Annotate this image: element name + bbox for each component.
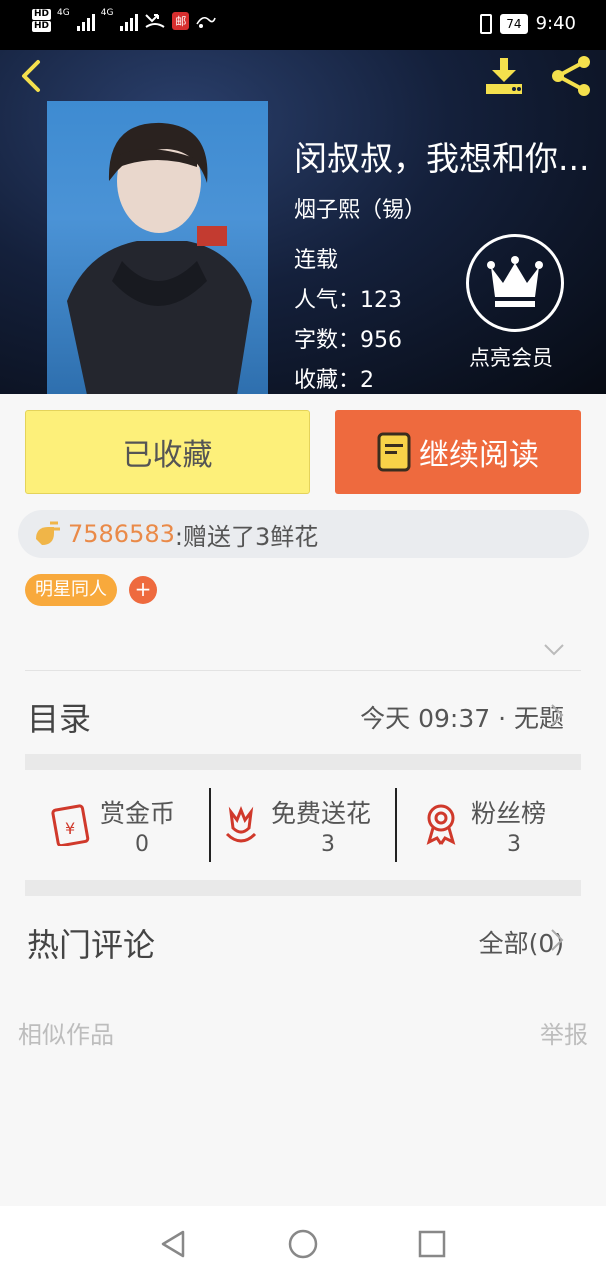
svg-text:¥: ¥: [65, 819, 75, 838]
medal-icon: [426, 804, 456, 845]
hd-indicator: HD HD: [32, 9, 52, 32]
continue-reading-button[interactable]: 继续阅读: [335, 410, 581, 494]
report-link[interactable]: 举报: [540, 1015, 588, 1050]
status-left: HD HD 4G 4G 邮: [32, 8, 217, 33]
chevron-right-icon: [551, 929, 564, 951]
network-type-2: 4G: [100, 8, 114, 18]
gift-notice[interactable]: 7586583 :赠送了3鲜花: [18, 510, 589, 558]
signal-icon: [76, 11, 95, 31]
battery-icon: 74: [500, 13, 528, 34]
flower-gift-icon: [36, 521, 60, 545]
nav-back-icon[interactable]: [157, 1228, 189, 1260]
nav-recents-icon[interactable]: [416, 1228, 448, 1260]
chevron-down-icon[interactable]: [543, 643, 565, 657]
divider: [25, 670, 581, 671]
favorited-button[interactable]: 已收藏: [25, 410, 310, 494]
nav-home-icon[interactable]: [287, 1228, 319, 1260]
book-title: 闵叔叔，我想和你...: [294, 139, 590, 178]
catalog-title: 目录: [27, 700, 92, 738]
tag-chip[interactable]: 明星同人: [25, 574, 117, 606]
reward-coins-button[interactable]: ¥ 赏金币 0: [25, 786, 209, 862]
system-nav-bar: [0, 1206, 606, 1280]
red-envelope-icon: ¥: [51, 804, 90, 846]
share-icon[interactable]: [548, 54, 596, 98]
signal-icon-2: [120, 11, 139, 31]
section-separator: [25, 754, 581, 770]
hot-comments-title: 热门评论: [27, 926, 156, 964]
vibrate-icon: [480, 13, 493, 34]
book-icon: [377, 432, 411, 472]
add-tag-button[interactable]: +: [129, 576, 157, 604]
word-count-stat: 字数：956: [294, 328, 403, 353]
latest-chapter: 今天 09:37 · 无题: [360, 704, 564, 733]
download-icon[interactable]: [480, 54, 528, 98]
status-bar: HD HD 4G 4G 邮 74 9:40: [0, 0, 606, 50]
book-cover-image[interactable]: [47, 101, 268, 394]
fan-ranking-button[interactable]: 粉丝榜 3: [397, 786, 581, 862]
popularity-stat: 人气：123: [294, 288, 403, 313]
status-right: 74 9:40: [480, 13, 576, 34]
vip-crown-button[interactable]: [466, 234, 564, 332]
network-type-1: 4G: [57, 8, 70, 18]
back-arrow-icon[interactable]: [14, 56, 54, 96]
gift-text: :赠送了3鲜花: [174, 522, 319, 551]
app-notification-icon: [196, 16, 217, 28]
gift-user-id[interactable]: 7586583: [68, 520, 175, 548]
free-flower-button[interactable]: 免费送花 3: [211, 786, 395, 862]
similar-works-label: 相似作品: [18, 1021, 114, 1049]
vip-label[interactable]: 点亮会员: [469, 342, 553, 372]
book-header: 闵叔叔，我想和你... 烟子熙（锡） 连载 人气：123 字数：956 收藏：2…: [0, 50, 606, 394]
missed-call-icon: [145, 13, 165, 28]
chevron-right-icon: [551, 704, 564, 726]
book-status: 连载: [294, 248, 339, 273]
section-separator: [25, 880, 581, 896]
favorites-stat: 收藏：2: [294, 368, 375, 393]
crown-icon: [487, 256, 543, 307]
flower-icon: [225, 805, 257, 843]
clock: 9:40: [535, 13, 576, 34]
book-author[interactable]: 烟子熙（锡）: [294, 192, 426, 224]
mail-badge-icon: 邮: [172, 11, 190, 30]
